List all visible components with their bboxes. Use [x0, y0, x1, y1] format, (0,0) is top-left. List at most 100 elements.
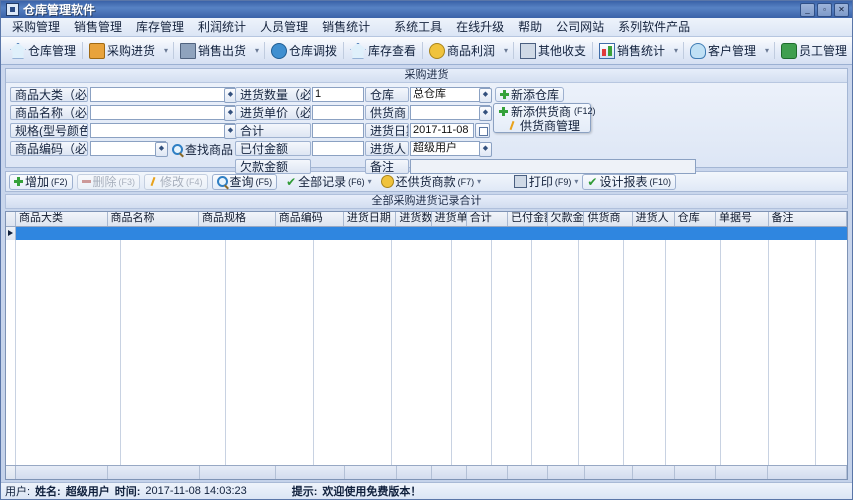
chevron-down-icon[interactable]: ▾: [670, 46, 682, 55]
column-header-buyer[interactable]: 进货人: [633, 212, 675, 226]
label-warehouse: 仓库: [365, 87, 409, 102]
chevron-down-icon[interactable]: ▾: [251, 46, 263, 55]
spec-input[interactable]: [90, 123, 235, 138]
column-header-paid[interactable]: 已付金额: [508, 212, 548, 226]
column-header-docno[interactable]: 单据号: [716, 212, 769, 226]
cell-qty: [397, 227, 433, 240]
application-window: 仓库管理软件 _ ▫ ✕ 采购管理 销售管理 库存管理 利润统计 人员管理 销售…: [0, 0, 853, 500]
toolbar-customer-management[interactable]: 客户管理: [685, 40, 761, 61]
chevron-down-icon[interactable]: ▾: [500, 46, 512, 55]
toolbar-label: 商品利润: [446, 44, 495, 58]
toolbar-stock-view[interactable]: 库存查看: [345, 40, 421, 61]
action-shortcut: (F9): [554, 176, 572, 187]
column-header-date[interactable]: 进货日期: [344, 212, 397, 226]
product-code-dropdown-arrow[interactable]: ◆: [155, 142, 168, 157]
chevron-down-icon[interactable]: ▾: [761, 46, 773, 55]
all-records-button[interactable]: ✔ 全部记录 (F6): [281, 174, 370, 190]
warehouse-dropdown-arrow[interactable]: ◆: [479, 88, 492, 103]
table-row[interactable]: [6, 227, 847, 240]
chevron-down-icon[interactable]: ▾: [477, 177, 481, 186]
menu-company-site[interactable]: 公司网站: [549, 19, 611, 36]
chevron-down-icon[interactable]: ▾: [574, 177, 578, 186]
column-header-warehouse[interactable]: 仓库: [675, 212, 716, 226]
column-header-owed[interactable]: 欠款金额: [548, 212, 585, 226]
toolbar-purchase[interactable]: 采购进货: [84, 40, 160, 61]
maximize-button[interactable]: ▫: [817, 3, 832, 17]
supplier-dropdown-arrow[interactable]: ◆: [479, 106, 492, 121]
column-header-name[interactable]: 商品名称: [108, 212, 199, 226]
toolbar-warehouse-management[interactable]: 仓库管理: [5, 40, 81, 61]
toolbar-sales-stats[interactable]: 销售统计: [594, 40, 670, 61]
menu-help[interactable]: 帮助: [511, 19, 549, 36]
menu-personnel[interactable]: 人员管理: [253, 19, 315, 36]
toolbar-sales-out[interactable]: 销售出货: [175, 40, 251, 61]
column-header-total[interactable]: 合计: [467, 212, 509, 226]
label-buyer: 进货人: [365, 141, 409, 156]
cell-name: [108, 227, 200, 240]
toolbar-other-income[interactable]: 其他收支: [515, 40, 591, 61]
menu-inventory[interactable]: 库存管理: [129, 19, 191, 36]
toolbar-transfer[interactable]: 仓库调拨: [266, 40, 342, 61]
buyer-dropdown-arrow[interactable]: ◆: [479, 142, 492, 157]
menu-product-series[interactable]: 系列软件产品: [611, 19, 697, 36]
calendar-icon[interactable]: [475, 123, 490, 138]
grid-vline: [623, 240, 624, 465]
purchase-date-input[interactable]: 2017-11-08: [410, 123, 474, 138]
grid-body[interactable]: [6, 227, 847, 465]
menu-sales[interactable]: 销售管理: [67, 19, 129, 36]
chevron-down-icon[interactable]: ▾: [160, 46, 172, 55]
unit-price-input[interactable]: [312, 105, 364, 120]
query-button[interactable]: 查询 (F5): [211, 173, 278, 190]
action-shortcut: (F4): [186, 176, 203, 187]
plus-icon: [14, 177, 23, 186]
minimize-button[interactable]: _: [800, 3, 815, 17]
grid-vline: [451, 240, 452, 465]
action-shortcut: (F3): [118, 176, 136, 187]
menu-purchase[interactable]: 采购管理: [5, 19, 67, 36]
supplier-management-menu-item[interactable]: 供货商管理: [494, 118, 590, 133]
design-report-button[interactable]: ✔ 设计报表 (F10): [582, 173, 676, 190]
grid-summary-caption: 全部采购进货记录合计: [5, 194, 848, 209]
qty-input[interactable]: 1: [312, 87, 364, 102]
paid-input[interactable]: [312, 141, 364, 156]
column-header-note[interactable]: 备注: [769, 212, 848, 226]
records-grid: 商品大类 商品名称 商品规格 商品编码 进货日期 进货数量 进货单价 合计 已付…: [5, 211, 848, 480]
note-input[interactable]: [410, 159, 696, 174]
menu-sales-stats[interactable]: 销售统计: [315, 19, 377, 36]
menu-system-tools[interactable]: 系统工具: [387, 19, 449, 36]
footer-cell-total: [467, 466, 509, 479]
footer-cell-category: [16, 466, 108, 479]
grid-vline: [15, 240, 16, 465]
print-button[interactable]: 打印 (F9): [509, 174, 577, 190]
chevron-down-icon[interactable]: ▾: [368, 177, 372, 186]
toolbar-product-profit[interactable]: 商品利润: [424, 40, 500, 61]
close-button[interactable]: ✕: [834, 3, 849, 17]
status-tip-label: 提示:: [291, 486, 318, 498]
delete-record-button[interactable]: 删除 (F3): [76, 173, 141, 190]
supplier-select[interactable]: [410, 105, 490, 120]
column-header-price[interactable]: 进货单价: [432, 212, 467, 226]
column-header-spec[interactable]: 商品规格: [199, 212, 276, 226]
edit-record-button[interactable]: 修改 (F4): [144, 173, 208, 190]
repay-supplier-button[interactable]: 还供货商款 (F7): [376, 174, 480, 190]
warehouse-select[interactable]: 总仓库: [410, 87, 490, 102]
column-header-code[interactable]: 商品编码: [276, 212, 344, 226]
toolbar-label: 仓库管理: [28, 44, 77, 58]
status-time-label: 时间:: [114, 486, 141, 498]
window-controls: _ ▫ ✕: [800, 3, 849, 17]
product-name-input[interactable]: [90, 105, 235, 120]
grid-vline: [491, 240, 492, 465]
total-input[interactable]: [312, 123, 364, 138]
category-input[interactable]: [90, 87, 235, 102]
add-record-button[interactable]: 增加 (F2): [9, 173, 73, 190]
add-warehouse-button[interactable]: 新添仓库: [495, 87, 565, 102]
buyer-select[interactable]: 超级用户: [410, 141, 480, 156]
column-header-category[interactable]: 商品大类: [16, 212, 108, 226]
toolbar-employee-management[interactable]: 员工管理: [776, 40, 852, 61]
menu-online-upgrade[interactable]: 在线升级: [449, 19, 511, 36]
cell-note: [768, 227, 847, 240]
column-header-qty[interactable]: 进货数量: [396, 212, 432, 226]
menu-profit[interactable]: 利润统计: [191, 19, 253, 36]
column-header-supplier[interactable]: 供货商: [584, 212, 633, 226]
sales-chart-icon: [598, 42, 615, 59]
